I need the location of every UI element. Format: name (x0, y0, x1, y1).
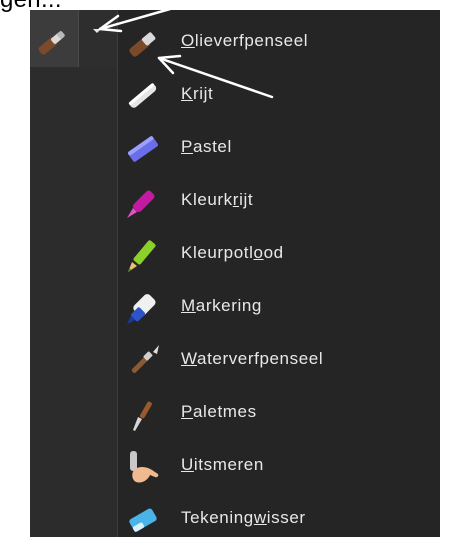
menu-item-waterverfpenseel[interactable]: Waterverfpenseel (118, 333, 441, 386)
marker-icon (124, 289, 162, 327)
colored-pencil-icon (124, 236, 162, 274)
menu-item-label: Krijt (181, 84, 214, 103)
tool-panel (30, 67, 118, 537)
menu-item-label: Olieverfpenseel (181, 31, 309, 50)
menu-item-label: Paletmes (181, 402, 257, 421)
tool-dropdown-menu: Olieverfpenseel Krijt Pastel Kleurkrijt (117, 10, 440, 537)
menu-item-markering[interactable]: Markering (118, 280, 441, 333)
watercolor-brush-icon (124, 342, 162, 380)
menu-item-label: Markering (181, 296, 262, 315)
menu-item-kleurpotlood[interactable]: Kleurpotlood (118, 227, 441, 280)
tool-split-button[interactable] (30, 10, 118, 67)
menu-item-kleurkrijt[interactable]: Kleurkrijt (118, 174, 441, 227)
menu-item-label: Tekeningwisser (181, 508, 306, 527)
menu-item-label: Pastel (181, 137, 232, 156)
chalk-icon (124, 77, 162, 115)
oil-brush-icon (38, 26, 68, 61)
menu-item-label: Kleurpotlood (181, 243, 284, 262)
crayon-icon (124, 183, 162, 221)
palette-knife-icon (124, 395, 162, 433)
menu-item-label: Uitsmeren (181, 455, 264, 474)
menu-item-label: Waterverfpenseel (181, 349, 324, 368)
current-tool-button[interactable] (30, 10, 78, 67)
menu-item-pastel[interactable]: Pastel (118, 121, 441, 174)
smudge-icon (124, 448, 162, 486)
menu-item-paletmes[interactable]: Paletmes (118, 386, 441, 439)
oil-brush-icon (124, 24, 162, 62)
menu-item-olieverfpenseel[interactable]: Olieverfpenseel (118, 15, 441, 68)
menu-item-uitsmeren[interactable]: Uitsmeren (118, 439, 441, 492)
menu-item-krijt[interactable]: Krijt (118, 68, 441, 121)
pastel-icon (124, 130, 162, 168)
menu-item-tekeningwisser[interactable]: Tekeningwisser (118, 492, 441, 537)
tool-dropdown-button[interactable] (78, 10, 118, 67)
eraser-icon (124, 501, 162, 537)
menu-item-label: Kleurkrijt (181, 190, 254, 209)
chevron-down-icon (93, 29, 101, 33)
